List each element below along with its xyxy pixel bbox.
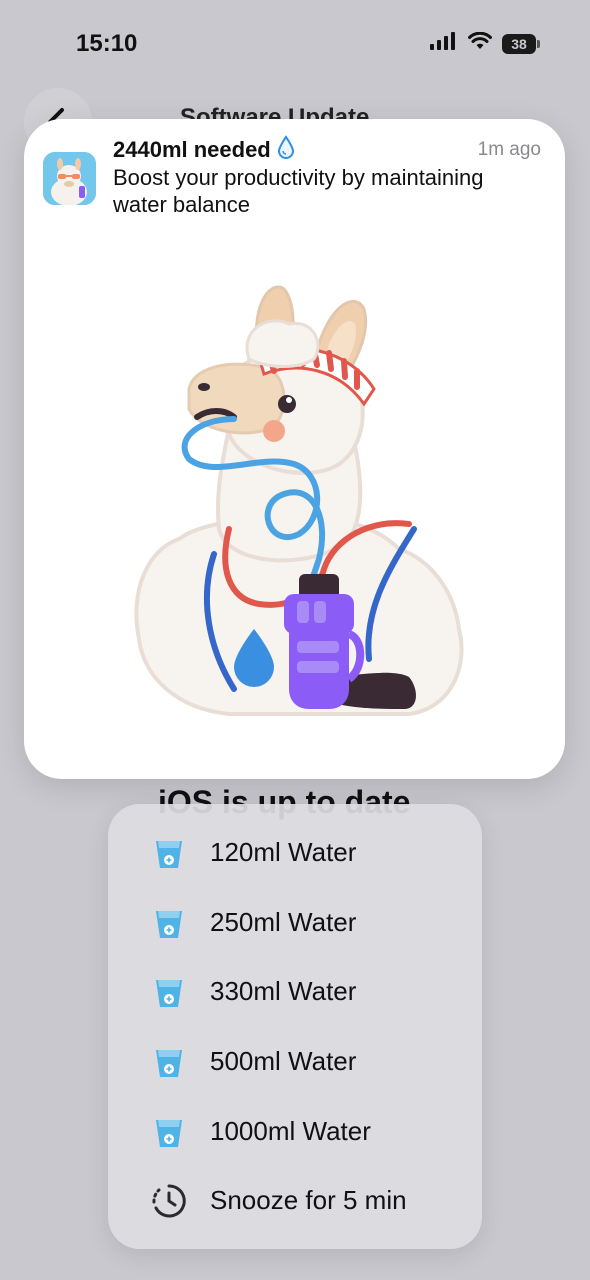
action-label: 500ml Water: [210, 1045, 357, 1076]
action-label: 120ml Water: [210, 836, 357, 867]
action-250ml-water[interactable]: 250ml Water: [108, 892, 482, 952]
action-330ml-water[interactable]: 330ml Water: [108, 961, 482, 1021]
llama-app-icon: [43, 152, 96, 205]
water-glass-icon: [156, 1050, 182, 1077]
notification-title-text: 2440ml needed: [113, 137, 271, 162]
water-glass-icon: [156, 911, 182, 938]
water-drop-icon: [277, 135, 295, 165]
water-glass-icon: [156, 841, 182, 868]
notification-body: Boost your productivity by maintaining w…: [113, 165, 484, 217]
cellular-signal-icon: [430, 32, 458, 55]
notification-title: 2440ml needed: [113, 135, 295, 165]
status-bar: 15:10 38: [0, 0, 590, 90]
action-label: 1000ml Water: [210, 1115, 371, 1146]
action-1000ml-water[interactable]: 1000ml Water: [108, 1101, 482, 1161]
notification-card[interactable]: 2440ml needed 1m ago Boost your producti…: [24, 119, 565, 779]
action-snooze-5-min[interactable]: Snooze for 5 min: [108, 1170, 482, 1230]
action-label: Snooze for 5 min: [210, 1184, 407, 1215]
status-time: 15:10: [76, 30, 138, 57]
battery-icon: 38: [502, 33, 540, 54]
notification-time: 1m ago: [477, 139, 541, 160]
water-glass-icon: [156, 980, 182, 1007]
action-label: 330ml Water: [210, 975, 357, 1006]
snooze-clock-icon: [152, 1184, 186, 1218]
battery-level: 38: [502, 33, 536, 54]
status-icons: 38: [430, 31, 540, 55]
wifi-icon: [468, 31, 492, 55]
notification-actions-menu: 120ml Water 250ml Water 330ml Water 500m…: [108, 804, 482, 1249]
action-120ml-water[interactable]: 120ml Water: [108, 822, 482, 882]
action-500ml-water[interactable]: 500ml Water: [108, 1031, 482, 1091]
llama-drinking-illustration: [134, 285, 464, 716]
water-glass-icon: [156, 1120, 182, 1147]
action-label: 250ml Water: [210, 906, 357, 937]
